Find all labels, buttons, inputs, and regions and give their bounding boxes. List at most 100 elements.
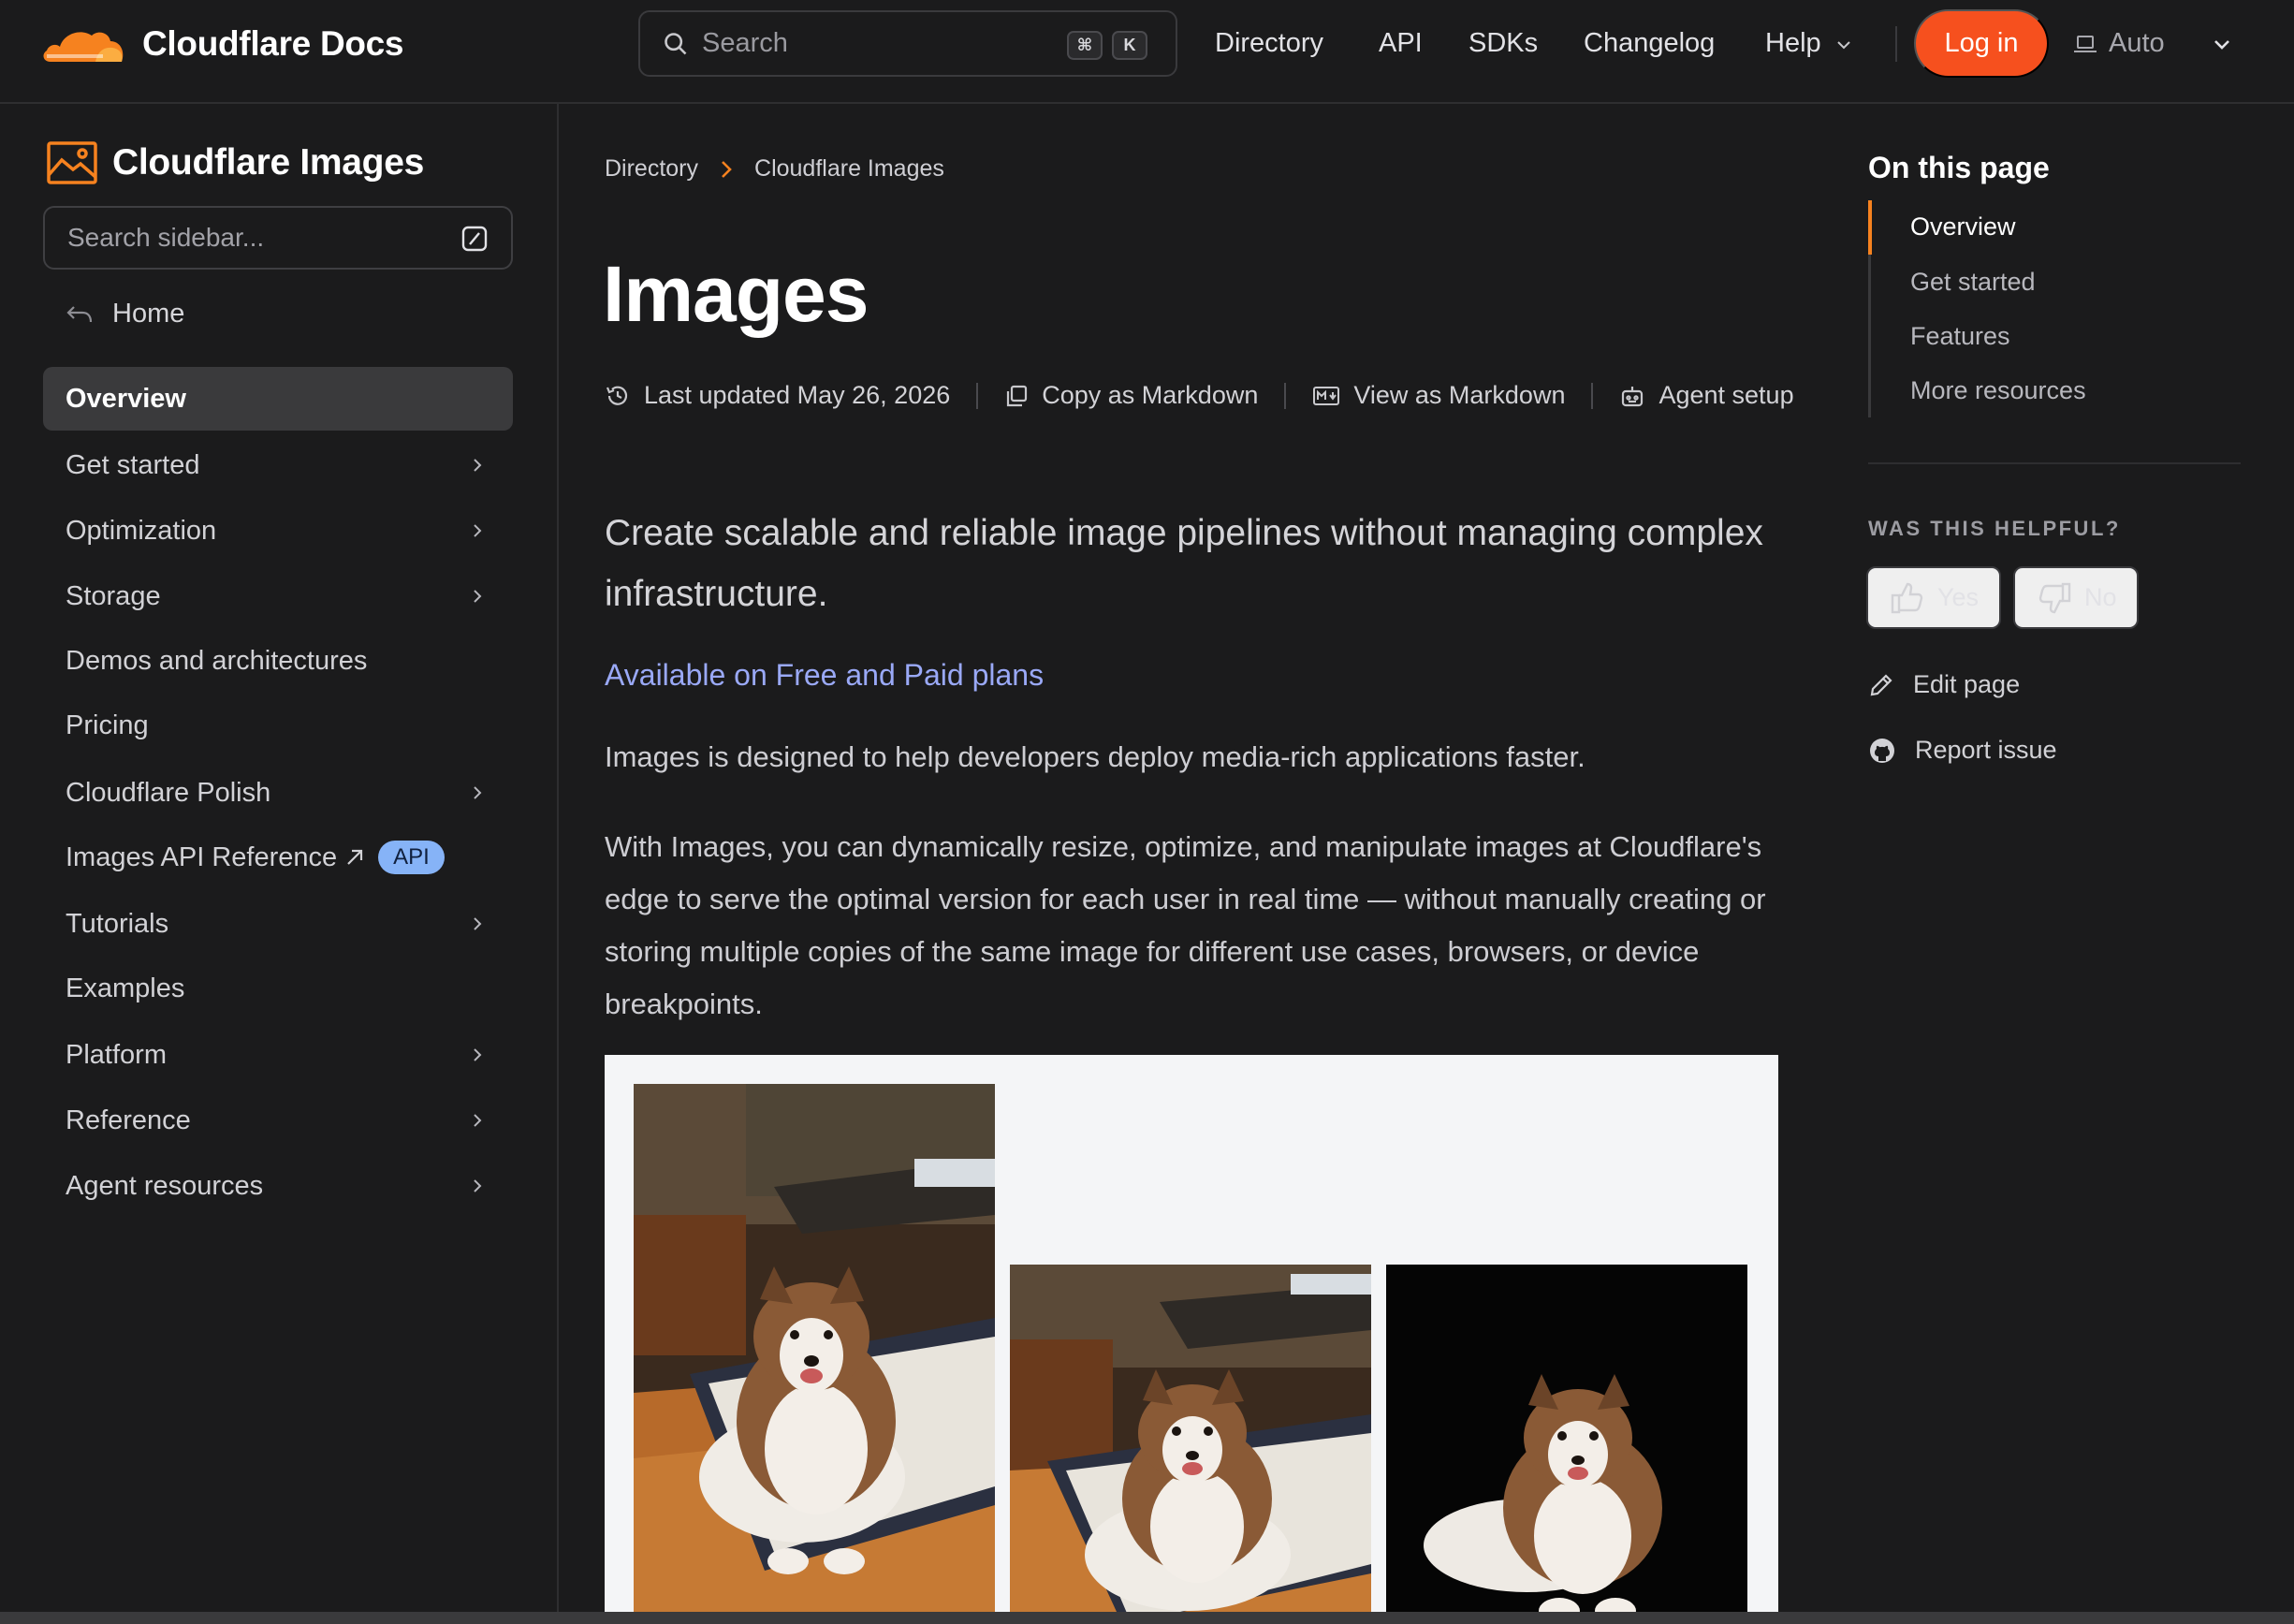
chevron-right-icon xyxy=(474,1114,482,1127)
no-label: No xyxy=(2084,583,2117,611)
sidebar-item-label: Tutorials xyxy=(66,908,169,939)
toc-features[interactable]: Features xyxy=(1910,322,2010,351)
view-as-markdown-button[interactable]: View as Markdown xyxy=(1312,381,1565,410)
plans-link[interactable]: Available on Free and Paid plans xyxy=(605,658,1044,693)
sidebar-item-optimization[interactable]: Optimization xyxy=(43,499,513,563)
brand-logo-link[interactable]: Cloudflare Docs xyxy=(41,22,404,66)
bottom-scroll-strip xyxy=(0,1612,2294,1624)
chevron-right-icon xyxy=(474,917,482,930)
sidebar-item-overview[interactable]: Overview xyxy=(43,367,513,431)
pencil-icon xyxy=(1870,673,1892,695)
dog-photo-background-removed xyxy=(1386,1265,1747,1624)
breadcrumb-directory[interactable]: Directory xyxy=(605,155,698,183)
home-label: Home xyxy=(112,299,185,329)
laptop-icon xyxy=(2074,35,2097,52)
agent-setup-button[interactable]: Agent setup xyxy=(1619,381,1794,410)
view-md-label: View as Markdown xyxy=(1353,381,1566,409)
meta-divider xyxy=(976,382,979,409)
sidebar-search-input[interactable]: Search sidebar... xyxy=(43,206,513,270)
sidebar-item-pricing[interactable]: Pricing xyxy=(43,694,513,757)
login-button[interactable]: Log in xyxy=(1914,9,2049,78)
nav-sdks[interactable]: SDKs xyxy=(1468,28,1538,59)
sidebar-item-label: Platform xyxy=(66,1039,167,1070)
cloudflare-logo-icon xyxy=(43,32,124,62)
sidebar-item-demos[interactable]: Demos and architectures xyxy=(43,629,513,693)
sidebar-home-link[interactable]: Home xyxy=(66,299,184,329)
breadcrumb-chevron-icon xyxy=(722,160,732,178)
history-icon xyxy=(606,386,628,405)
header-divider xyxy=(1895,26,1897,62)
report-issue-link[interactable]: Report issue xyxy=(1868,736,2057,765)
sidebar-item-tutorials[interactable]: Tutorials xyxy=(43,892,513,956)
sidebar-item-label: Overview xyxy=(66,383,186,414)
intro-paragraph: Images is designed to help developers de… xyxy=(605,740,1585,773)
last-updated-text: Last updated May 26, 2026 xyxy=(644,381,951,409)
sidebar-item-images-api-reference[interactable]: Images API Reference API xyxy=(43,826,513,889)
sidebar-item-label: Optimization xyxy=(66,515,217,546)
copy-md-label: Copy as Markdown xyxy=(1042,381,1259,409)
edit-page-link[interactable]: Edit page xyxy=(1868,670,2020,699)
rail-divider xyxy=(1868,462,2241,464)
sidebar-search-placeholder: Search sidebar... xyxy=(67,223,265,252)
sidebar-item-get-started[interactable]: Get started xyxy=(43,433,513,497)
api-badge: API xyxy=(378,841,445,874)
sidebar-item-label: Agent resources xyxy=(66,1170,264,1201)
sidebar-item-platform[interactable]: Platform xyxy=(43,1023,513,1087)
kbd-k: K xyxy=(1112,31,1147,60)
sidebar-item-label: Storage xyxy=(66,580,161,611)
toc-active-indicator xyxy=(1868,200,1872,255)
chevron-right-icon xyxy=(474,590,482,603)
yes-button[interactable]: Yes xyxy=(1866,566,2001,629)
chevron-right-icon xyxy=(474,786,482,799)
toc-get-started[interactable]: Get started xyxy=(1910,268,2036,297)
sidebar-item-reference[interactable]: Reference xyxy=(43,1089,513,1152)
markdown-icon xyxy=(1313,386,1340,405)
chevron-right-icon xyxy=(474,524,482,537)
sidebar-item-label: Reference xyxy=(66,1105,191,1135)
last-updated: Last updated May 26, 2026 xyxy=(605,381,950,410)
chevron-right-icon xyxy=(474,1048,482,1061)
copy-as-markdown-button[interactable]: Copy as Markdown xyxy=(1004,381,1258,410)
top-header: Cloudflare Docs Search ⌘ K Directory API… xyxy=(0,0,2294,104)
product-title[interactable]: Cloudflare Images xyxy=(47,141,424,184)
theme-chevron-down-icon[interactable] xyxy=(2211,34,2233,56)
sidebar-item-polish[interactable]: Cloudflare Polish xyxy=(43,761,513,825)
no-button[interactable]: No xyxy=(2013,566,2139,629)
nav-changelog[interactable]: Changelog xyxy=(1584,28,1715,59)
thumbs-down-icon xyxy=(2038,582,2071,613)
breadcrumb: Directory Cloudflare Images xyxy=(605,155,944,183)
theme-label: Auto xyxy=(2109,28,2165,58)
edit-page-label: Edit page xyxy=(1913,670,2021,698)
nav-api[interactable]: API xyxy=(1379,28,1423,59)
image-icon xyxy=(47,141,97,184)
nav-directory[interactable]: Directory xyxy=(1215,28,1323,59)
search-input[interactable]: Search ⌘ K xyxy=(638,10,1177,77)
left-sidebar: Cloudflare Images Search sidebar... Home… xyxy=(0,104,559,1624)
search-placeholder: Search xyxy=(702,28,788,58)
theme-selector[interactable]: Auto xyxy=(2073,28,2165,59)
sidebar-item-agent-resources[interactable]: Agent resources xyxy=(43,1154,513,1218)
report-issue-label: Report issue xyxy=(1915,736,2057,764)
robot-icon xyxy=(1622,386,1644,406)
chevron-right-icon xyxy=(474,459,482,472)
toc-more-resources[interactable]: More resources xyxy=(1910,376,2086,405)
sidebar-item-label: Images API Reference xyxy=(66,841,338,872)
meta-divider xyxy=(1591,382,1594,409)
product-title-text: Cloudflare Images xyxy=(112,142,424,183)
dog-photo-cropped xyxy=(1010,1265,1371,1624)
toc-overview[interactable]: Overview xyxy=(1910,212,2016,241)
nav-help[interactable]: Help xyxy=(1765,28,1821,59)
search-shortcut: ⌘ K xyxy=(1067,31,1147,60)
sidebar-item-label: Cloudflare Polish xyxy=(66,777,271,808)
github-icon xyxy=(1870,738,1894,763)
resize-example-figure xyxy=(605,1055,1778,1624)
helpful-label: WAS THIS HELPFUL? xyxy=(1868,517,2121,540)
table-of-contents: Overview Get started Features More resou… xyxy=(1868,200,2086,417)
sidebar-item-label: Pricing xyxy=(66,710,149,740)
chevron-down-icon[interactable] xyxy=(1834,36,1853,54)
agent-setup-label: Agent setup xyxy=(1658,381,1794,409)
sidebar-item-examples[interactable]: Examples xyxy=(43,957,513,1020)
sidebar-item-storage[interactable]: Storage xyxy=(43,564,513,628)
copy-icon xyxy=(1007,385,1028,406)
breadcrumb-cloudflare-images[interactable]: Cloudflare Images xyxy=(754,155,944,183)
